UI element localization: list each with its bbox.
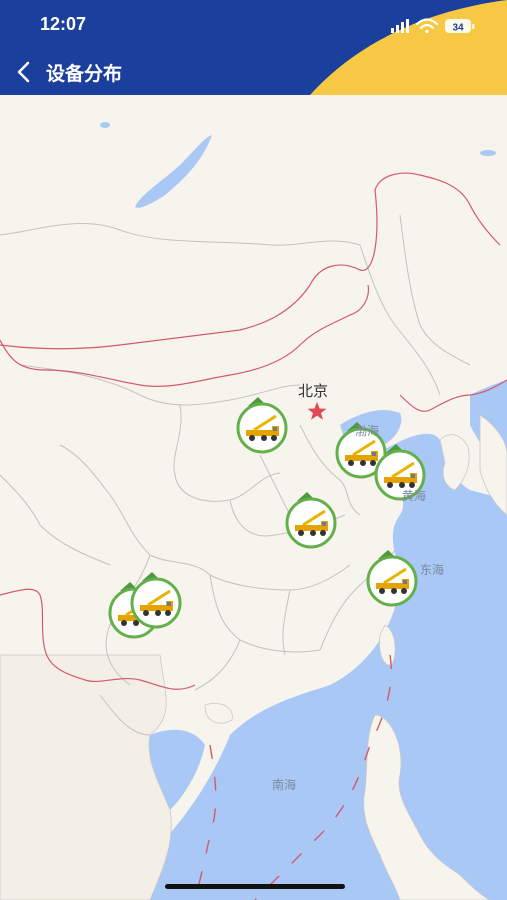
- signal-icon: [391, 19, 409, 33]
- battery-level: 34: [452, 22, 464, 33]
- status-bar: 12:07 34: [0, 14, 507, 38]
- map-canvas: [0, 122, 507, 900]
- chevron-left-icon[interactable]: [10, 54, 42, 90]
- label-huanghai: 黄海: [402, 489, 427, 503]
- label-beijing: 北京: [298, 382, 329, 400]
- battery-icon: 34: [445, 19, 475, 33]
- home-indicator[interactable]: [165, 884, 345, 889]
- crane-marker[interactable]: [236, 397, 288, 454]
- crane-marker[interactable]: [285, 492, 337, 549]
- crane-marker[interactable]: [130, 572, 182, 629]
- nav-bar: 设备分布: [0, 54, 507, 90]
- status-time: 12:07: [40, 14, 87, 34]
- status-icons: 34: [391, 18, 475, 34]
- label-donghai: 东海: [420, 563, 445, 577]
- app-header: 12:07 34 设备分布: [0, 0, 507, 95]
- page-title: 设备分布: [46, 63, 123, 85]
- label-nanhai: 南海: [272, 778, 297, 792]
- red-star-icon: [307, 402, 327, 420]
- map-view[interactable]: 北京 渤海 黄海 东海 南海: [0, 95, 507, 900]
- label-bohai: 渤海: [355, 424, 380, 438]
- wifi-icon: [415, 18, 439, 34]
